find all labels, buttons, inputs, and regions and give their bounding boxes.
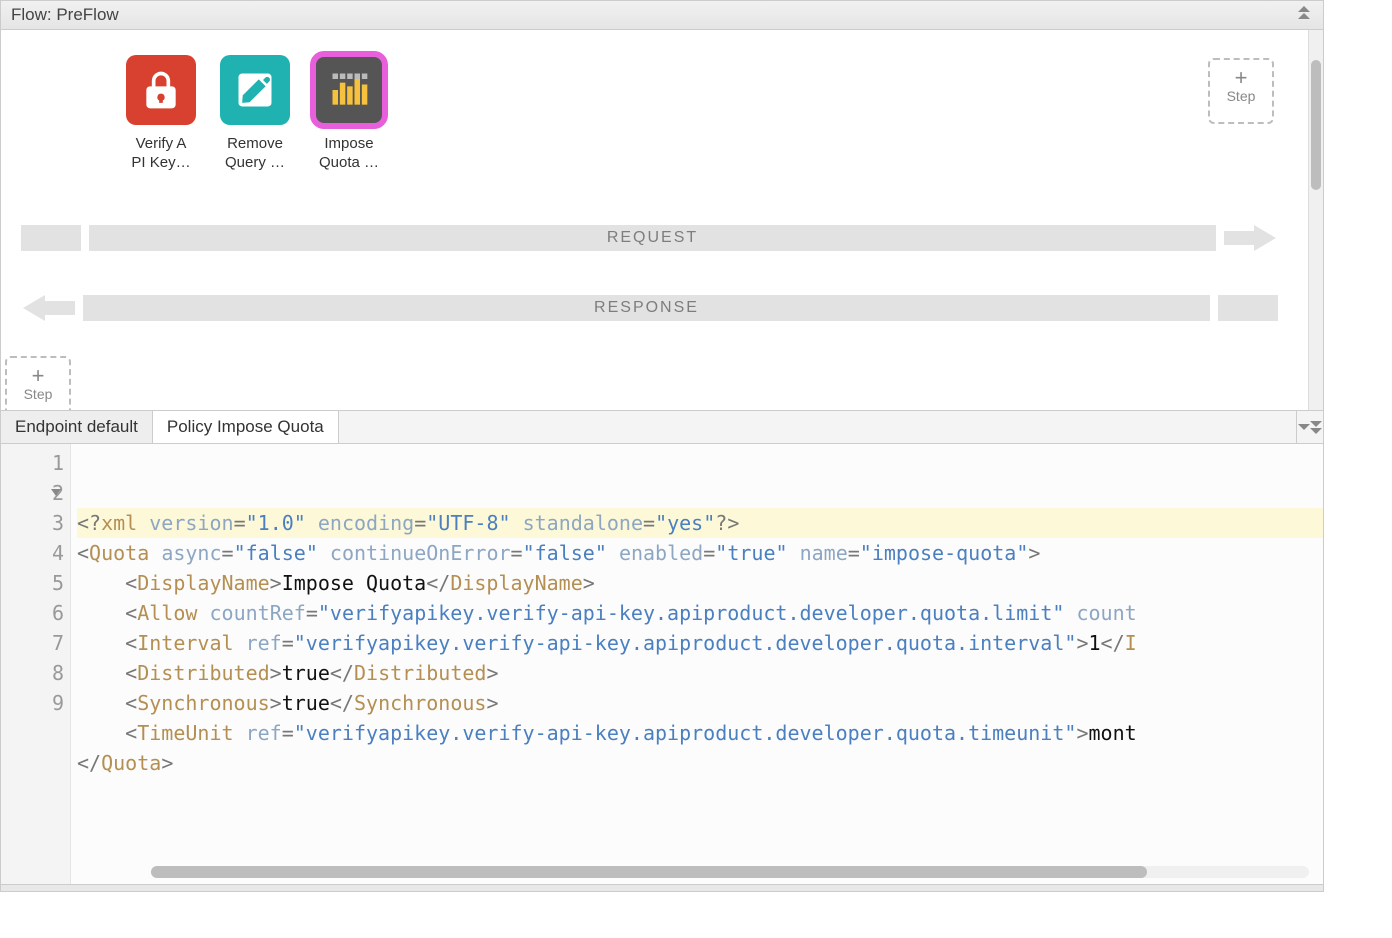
code-line[interactable]: <Synchronous>true</Synchronous> — [77, 688, 1323, 718]
response-label: RESPONSE — [572, 295, 721, 321]
line-number: 4 — [1, 538, 64, 568]
line-number: 9 — [1, 688, 64, 718]
code-line[interactable]: <Distributed>true</Distributed> — [77, 658, 1323, 688]
arrow-left-icon — [21, 295, 75, 321]
line-number: 1 — [1, 448, 64, 478]
app-window: Flow: PreFlow Verify API Key… — [0, 0, 1324, 892]
expand-editor-icon[interactable] — [1296, 411, 1323, 443]
lock-icon — [126, 55, 196, 125]
line-gutter: 123456789 — [1, 444, 71, 884]
code-line[interactable]: <?xml version="1.0" encoding="UTF-8" sta… — [77, 508, 1323, 538]
request-label: REQUEST — [585, 225, 720, 251]
policy-label: RemoveQuery … — [215, 135, 295, 173]
plus-icon: + — [7, 366, 69, 386]
code-line[interactable]: </Quota> — [77, 748, 1323, 778]
tab-endpoint-default[interactable]: Endpoint default — [1, 411, 153, 443]
line-number: 3 — [1, 508, 64, 538]
collapse-flow-icon[interactable] — [1295, 6, 1313, 24]
policy-row: Verify API Key… RemoveQuery … — [121, 55, 1288, 173]
code-line[interactable]: <Interval ref="verifyapikey.verify-api-k… — [77, 628, 1323, 658]
policy-impose-quota[interactable]: ImposeQuota … — [309, 55, 389, 173]
plus-icon: + — [1210, 68, 1272, 88]
fold-icon[interactable] — [51, 489, 61, 496]
line-number: 8 — [1, 658, 64, 688]
editor-tabs: Endpoint default Policy Impose Quota — [1, 410, 1323, 444]
code-line[interactable]: <Quota async="false" continueOnError="fa… — [77, 538, 1323, 568]
code-area[interactable]: <?xml version="1.0" encoding="UTF-8" sta… — [71, 444, 1323, 884]
policy-remove-query[interactable]: RemoveQuery … — [215, 55, 295, 173]
response-lane: RESPONSE — [21, 295, 1278, 321]
add-step-button[interactable]: + Step — [5, 356, 71, 410]
scrollbar-thumb[interactable] — [151, 866, 1147, 878]
flow-canvas-wrap: Verify API Key… RemoveQuery … — [1, 30, 1323, 410]
pencil-icon — [220, 55, 290, 125]
window-footer — [1, 884, 1323, 891]
line-number: 7 — [1, 628, 64, 658]
lane-bar: RESPONSE — [83, 295, 1210, 321]
quota-icon — [314, 55, 384, 125]
request-lane: REQUEST — [21, 225, 1278, 251]
policy-label: Verify API Key… — [121, 135, 201, 173]
flow-header: Flow: PreFlow — [1, 1, 1323, 30]
code-line[interactable]: <Allow countRef="verifyapikey.verify-api… — [77, 598, 1323, 628]
add-step-label: Step — [1210, 88, 1272, 104]
flow-canvas[interactable]: Verify API Key… RemoveQuery … — [1, 30, 1308, 410]
lane-segment — [1218, 295, 1278, 321]
policy-verify-api-key[interactable]: Verify API Key… — [121, 55, 201, 173]
lane-segment — [21, 225, 81, 251]
add-step-label: Step — [7, 386, 69, 402]
scrollbar-thumb[interactable] — [1311, 60, 1321, 190]
arrow-right-icon — [1224, 225, 1278, 251]
tab-policy-impose-quota[interactable]: Policy Impose Quota — [153, 411, 339, 443]
vertical-scrollbar[interactable] — [1308, 30, 1323, 410]
code-editor[interactable]: 123456789 <?xml version="1.0" encoding="… — [1, 444, 1323, 884]
flow-title: Flow: PreFlow — [11, 5, 119, 25]
policy-label: ImposeQuota … — [309, 135, 389, 173]
add-step-button[interactable]: + Step — [1208, 58, 1274, 124]
line-number: 6 — [1, 598, 64, 628]
horizontal-scrollbar[interactable] — [151, 866, 1309, 878]
lane-bar: REQUEST — [89, 225, 1216, 251]
line-number: 2 — [1, 478, 64, 508]
code-line[interactable]: <TimeUnit ref="verifyapikey.verify-api-k… — [77, 718, 1323, 748]
line-number: 5 — [1, 568, 64, 598]
code-line[interactable]: <DisplayName>Impose Quota</DisplayName> — [77, 568, 1323, 598]
tabs-spacer — [339, 411, 1296, 443]
